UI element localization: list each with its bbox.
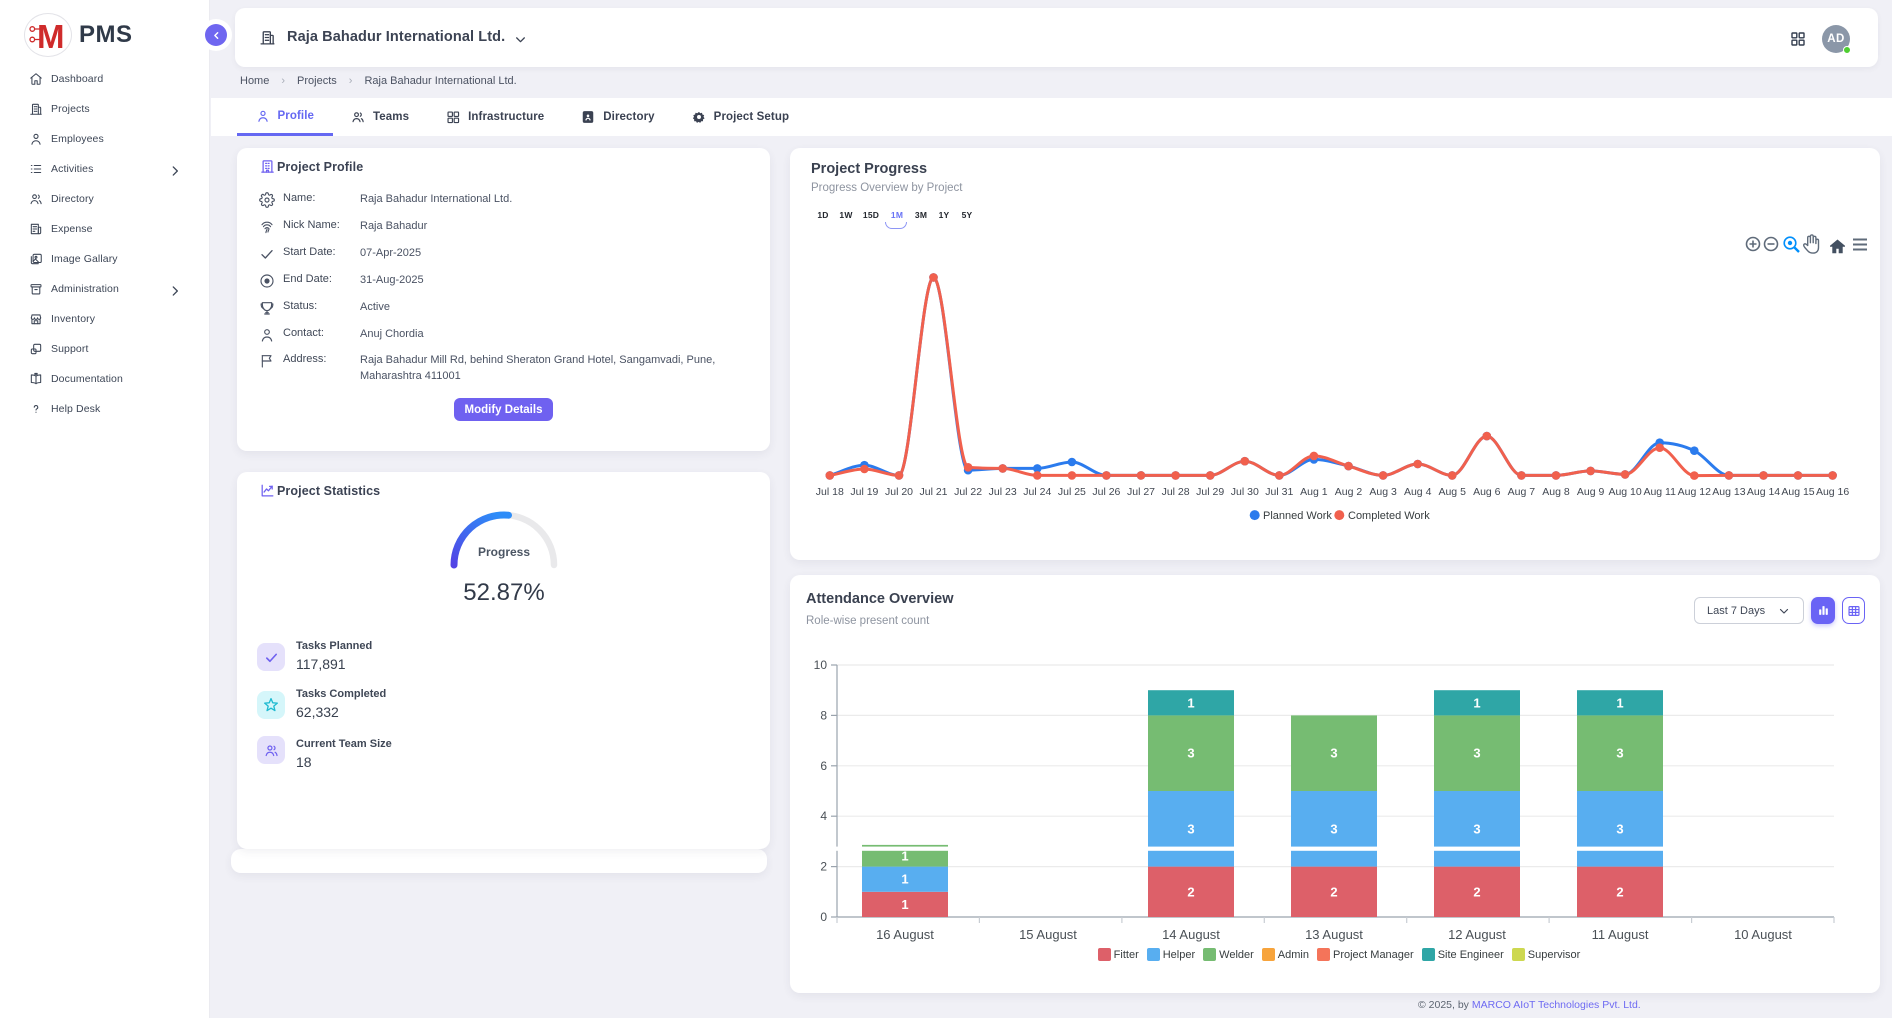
svg-text:3: 3 bbox=[1473, 821, 1480, 836]
svg-text:Aug 14: Aug 14 bbox=[1747, 486, 1780, 498]
svg-text:Aug 7: Aug 7 bbox=[1508, 486, 1536, 498]
svg-text:Aug 6: Aug 6 bbox=[1473, 486, 1501, 498]
svg-text:2: 2 bbox=[1187, 884, 1194, 899]
svg-text:2: 2 bbox=[1616, 884, 1623, 899]
svg-text:3: 3 bbox=[1187, 746, 1194, 761]
svg-text:1: 1 bbox=[901, 872, 908, 887]
svg-text:Aug 13: Aug 13 bbox=[1712, 486, 1745, 498]
svg-text:3: 3 bbox=[1330, 746, 1337, 761]
svg-text:Planned Work: Planned Work bbox=[1263, 510, 1332, 522]
svg-text:Jul 18: Jul 18 bbox=[816, 486, 844, 498]
svg-text:Aug 3: Aug 3 bbox=[1369, 486, 1397, 498]
svg-text:Jul 24: Jul 24 bbox=[1023, 486, 1051, 498]
svg-text:Aug 8: Aug 8 bbox=[1542, 486, 1570, 498]
svg-text:Jul 22: Jul 22 bbox=[954, 486, 982, 498]
svg-text:2: 2 bbox=[1473, 884, 1480, 899]
svg-text:1: 1 bbox=[1473, 695, 1480, 710]
svg-text:Jul 23: Jul 23 bbox=[989, 486, 1017, 498]
svg-text:Jul 29: Jul 29 bbox=[1196, 486, 1224, 498]
svg-text:Jul 31: Jul 31 bbox=[1265, 486, 1293, 498]
svg-text:Jul 25: Jul 25 bbox=[1058, 486, 1086, 498]
svg-text:Jul 27: Jul 27 bbox=[1127, 486, 1155, 498]
svg-text:Jul 19: Jul 19 bbox=[850, 486, 878, 498]
svg-text:10 August: 10 August bbox=[1734, 927, 1792, 942]
svg-text:2: 2 bbox=[1330, 884, 1337, 899]
svg-text:16 August: 16 August bbox=[876, 927, 934, 942]
svg-text:3: 3 bbox=[1616, 821, 1623, 836]
svg-text:12 August: 12 August bbox=[1448, 927, 1506, 942]
svg-text:Jul 30: Jul 30 bbox=[1231, 486, 1259, 498]
svg-text:Jul 26: Jul 26 bbox=[1092, 486, 1120, 498]
svg-text:15 August: 15 August bbox=[1019, 927, 1077, 942]
svg-text:Aug 4: Aug 4 bbox=[1404, 486, 1432, 498]
svg-text:3: 3 bbox=[1616, 746, 1623, 761]
svg-text:Aug 15: Aug 15 bbox=[1781, 486, 1814, 498]
svg-text:3: 3 bbox=[1330, 821, 1337, 836]
svg-text:13 August: 13 August bbox=[1305, 927, 1363, 942]
svg-text:3: 3 bbox=[1473, 746, 1480, 761]
svg-text:Aug 5: Aug 5 bbox=[1438, 486, 1466, 498]
svg-text:1: 1 bbox=[1187, 695, 1194, 710]
svg-text:Aug 12: Aug 12 bbox=[1678, 486, 1711, 498]
svg-text:Completed Work: Completed Work bbox=[1348, 510, 1430, 522]
svg-text:Jul 20: Jul 20 bbox=[885, 486, 913, 498]
svg-text:1: 1 bbox=[1616, 695, 1623, 710]
svg-text:Aug 10: Aug 10 bbox=[1608, 486, 1641, 498]
svg-text:1: 1 bbox=[901, 897, 908, 912]
svg-text:Jul 21: Jul 21 bbox=[919, 486, 947, 498]
svg-text:6: 6 bbox=[820, 759, 827, 773]
svg-text:11 August: 11 August bbox=[1592, 927, 1649, 942]
svg-text:Aug 9: Aug 9 bbox=[1577, 486, 1605, 498]
svg-text:10: 10 bbox=[814, 658, 828, 672]
svg-text:14 August: 14 August bbox=[1162, 927, 1220, 942]
svg-text:8: 8 bbox=[820, 708, 827, 722]
svg-text:0: 0 bbox=[820, 910, 827, 924]
svg-text:3: 3 bbox=[1187, 821, 1194, 836]
svg-text:2: 2 bbox=[820, 860, 827, 874]
svg-text:4: 4 bbox=[820, 809, 827, 823]
svg-text:Jul 28: Jul 28 bbox=[1162, 486, 1190, 498]
svg-text:Aug 16: Aug 16 bbox=[1816, 486, 1849, 498]
svg-text:M: M bbox=[37, 18, 63, 52]
svg-text:Aug 2: Aug 2 bbox=[1335, 486, 1363, 498]
svg-text:Aug 1: Aug 1 bbox=[1300, 486, 1328, 498]
svg-text:Aug 11: Aug 11 bbox=[1643, 486, 1676, 498]
